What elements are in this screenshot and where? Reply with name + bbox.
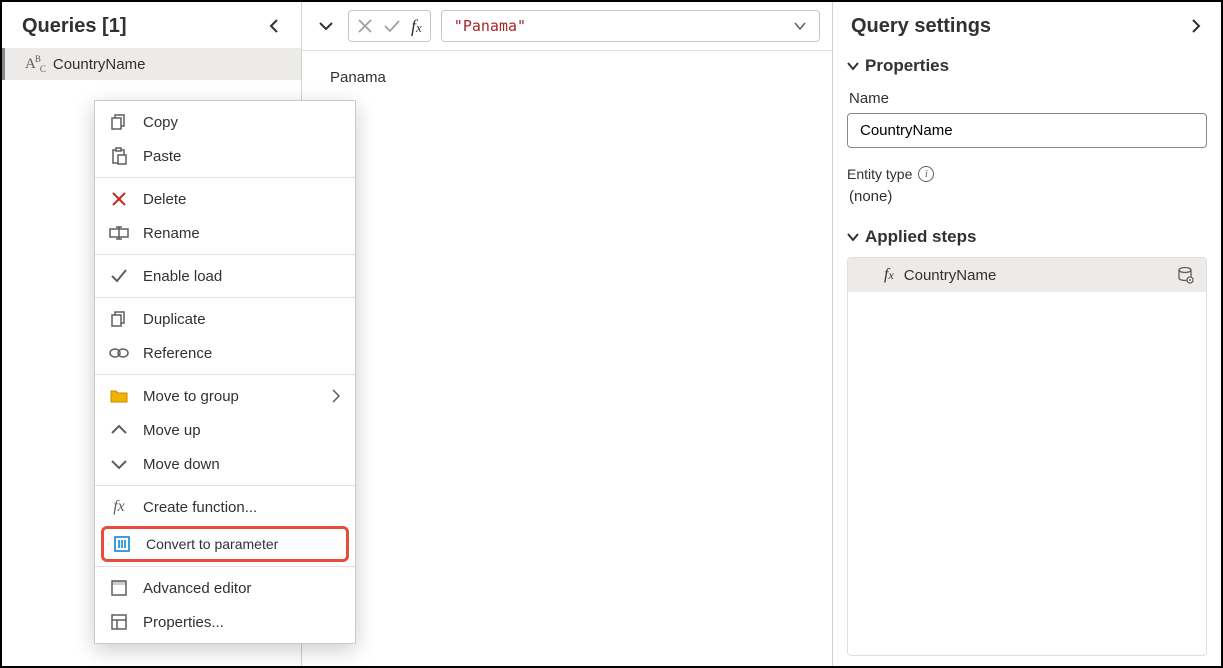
- folder-icon: [109, 386, 129, 406]
- delete-icon: [109, 189, 129, 209]
- reference-icon: [109, 343, 129, 363]
- menu-delete[interactable]: Delete: [95, 182, 355, 216]
- settings-title: Query settings: [851, 15, 991, 38]
- copy-icon: [109, 112, 129, 132]
- preview-value: Panama: [330, 69, 386, 86]
- menu-separator: [95, 374, 355, 375]
- menu-paste[interactable]: Paste: [95, 139, 355, 173]
- query-item-label: CountryName: [53, 56, 146, 73]
- step-settings-icon[interactable]: [1176, 266, 1194, 284]
- settings-panel: Query settings Properties Name Entity ty…: [833, 2, 1221, 666]
- menu-duplicate[interactable]: Duplicate: [95, 302, 355, 336]
- queries-panel: Queries [1] ABC CountryName Copy Paste D…: [2, 2, 302, 666]
- properties-icon: [109, 612, 129, 632]
- properties-section-header[interactable]: Properties: [847, 52, 1207, 80]
- queries-header: Queries [1]: [2, 8, 301, 48]
- chevron-up-icon: [109, 420, 129, 440]
- menu-separator: [95, 254, 355, 255]
- query-item-countryname[interactable]: ABC CountryName: [2, 48, 301, 80]
- menu-reference[interactable]: Reference: [95, 336, 355, 370]
- queries-title: Queries [1]: [22, 15, 126, 38]
- context-menu: Copy Paste Delete Rename Enable lo: [94, 100, 356, 644]
- menu-separator: [95, 297, 355, 298]
- step-label: CountryName: [904, 267, 997, 284]
- entity-type-label: Entity type: [847, 166, 912, 182]
- commit-formula-icon[interactable]: [383, 19, 401, 33]
- fx-icon: fx: [109, 497, 129, 517]
- entity-type-label-row: Entity type i: [847, 166, 1207, 182]
- advanced-editor-icon: [109, 578, 129, 598]
- menu-enable-load[interactable]: Enable load: [95, 259, 355, 293]
- fx-icon: fx: [884, 266, 894, 284]
- menu-move-to-group[interactable]: Move to group: [95, 379, 355, 413]
- chevron-down-icon: [109, 454, 129, 474]
- applied-steps-section-header[interactable]: Applied steps: [847, 223, 1207, 251]
- menu-move-down[interactable]: Move down: [95, 447, 355, 481]
- text-type-icon: ABC: [25, 54, 45, 74]
- menu-move-up[interactable]: Move up: [95, 413, 355, 447]
- menu-create-function[interactable]: fx Create function...: [95, 490, 355, 524]
- chevron-down-icon: [847, 232, 859, 242]
- cancel-formula-icon[interactable]: [357, 18, 373, 34]
- queries-collapse-button[interactable]: [263, 14, 287, 38]
- name-input[interactable]: [847, 113, 1207, 148]
- check-icon: [109, 266, 129, 286]
- menu-advanced-editor[interactable]: Advanced editor: [95, 571, 355, 605]
- duplicate-icon: [109, 309, 129, 329]
- chevron-down-icon: [847, 61, 859, 71]
- menu-separator: [95, 177, 355, 178]
- menu-properties[interactable]: Properties...: [95, 605, 355, 639]
- formula-bar-collapse[interactable]: [314, 14, 338, 38]
- menu-separator: [95, 485, 355, 486]
- preview-area: Panama: [302, 51, 832, 104]
- fx-label-icon: fx: [411, 16, 422, 37]
- settings-collapse-button[interactable]: [1183, 14, 1207, 38]
- applied-steps-list: fx CountryName: [847, 257, 1207, 656]
- formula-input[interactable]: "Panama": [441, 10, 820, 42]
- menu-rename[interactable]: Rename: [95, 216, 355, 250]
- paste-icon: [109, 146, 129, 166]
- formula-bar: fx "Panama": [302, 2, 832, 51]
- menu-convert-to-parameter[interactable]: Convert to parameter: [101, 526, 349, 562]
- formula-actions: fx: [348, 10, 431, 42]
- entity-type-value: (none): [849, 188, 1207, 205]
- info-icon[interactable]: i: [918, 166, 934, 182]
- rename-icon: [109, 223, 129, 243]
- chevron-right-icon: [331, 389, 341, 403]
- formula-dropdown-icon[interactable]: [793, 21, 807, 31]
- menu-separator: [95, 566, 355, 567]
- name-label: Name: [849, 90, 1207, 107]
- applied-step-row[interactable]: fx CountryName: [848, 258, 1206, 292]
- settings-header: Query settings: [847, 8, 1207, 52]
- main-panel: fx "Panama" Panama: [302, 2, 833, 666]
- menu-copy[interactable]: Copy: [95, 105, 355, 139]
- parameter-icon: [112, 534, 132, 554]
